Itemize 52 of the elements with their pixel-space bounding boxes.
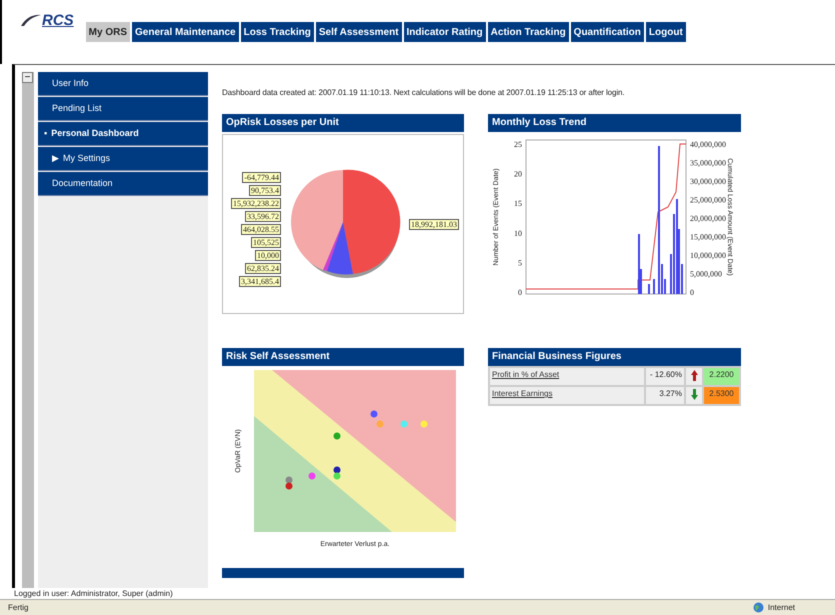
value-label: 33,596.72 — [245, 210, 281, 222]
nav-tab[interactable]: Quantification — [570, 22, 644, 42]
sidebar-item[interactable]: User Info — [38, 72, 208, 96]
table-cell: - 12.60% — [645, 367, 685, 386]
tick-label: 40,000,000 — [690, 140, 726, 149]
value-label: 62,835.24 — [245, 262, 281, 274]
value-label: 90,753.4 — [249, 184, 281, 196]
sidebar-item[interactable]: ▶ My Settings — [38, 147, 208, 171]
tick-label: 15,000,000 — [690, 232, 726, 242]
logo-text: RCS — [42, 12, 74, 29]
panel-header: OpRisk Losses per Unit — [222, 114, 464, 132]
collapse-button[interactable]: − — [22, 72, 33, 83]
nav-tab[interactable]: Logout — [646, 22, 686, 42]
panel-header: Risk Self Assessment — [222, 348, 464, 366]
tick-label: 0 — [518, 288, 522, 297]
sidebar-item[interactable]: ▪ Personal Dashboard — [38, 122, 208, 146]
tick-label: 5,000,000 — [690, 270, 722, 278]
tick-label: 25,000,000 — [690, 196, 726, 204]
value-label: -64,779.44 — [242, 172, 281, 182]
nav-tab[interactable]: Self Assessment — [316, 22, 402, 42]
nav-tab[interactable]: Action Tracking — [488, 22, 569, 42]
tick-label: 25 — [514, 140, 522, 149]
value-label: 464,028.55 — [241, 224, 281, 234]
tick-label: 30,000,000 — [690, 177, 726, 186]
panel-header: Monthly Loss Trend — [488, 114, 741, 132]
tick-label: 35,000,000 — [690, 158, 726, 168]
tick-label: 20,000,000 — [690, 214, 726, 223]
status-text: Fertig — [8, 603, 28, 612]
nav-tab[interactable]: Loss Tracking — [240, 22, 314, 42]
score-cell: 2.2200 — [703, 367, 740, 386]
nav-tab[interactable]: Indicator Rating — [404, 22, 486, 42]
value-label: 10,000 — [255, 250, 281, 260]
value-label: 18,992,181.03 — [409, 219, 459, 230]
score-cell: 2.5300 — [703, 386, 740, 405]
value-label: 105,525 — [251, 236, 281, 248]
figure-link[interactable]: Interest Earnings — [492, 389, 552, 398]
sidebar-item[interactable]: Documentation — [38, 172, 208, 196]
info-text: Dashboard data created at: 2007.01.19 11:10:13. Next calculations will be done at 2007.01.19 11:25:13 or after login. — [222, 88, 626, 97]
table-cell: 3.27% — [645, 386, 685, 405]
tick-label: 10 — [514, 228, 522, 238]
panel-header: Financial Business Figures — [488, 348, 741, 366]
tick-label: 15 — [514, 199, 522, 208]
tick-label: 10,000,000 — [690, 251, 726, 260]
tick-label: 20 — [514, 170, 522, 179]
tick-label: 5 — [518, 258, 522, 268]
sidebar-item[interactable]: Pending List — [38, 97, 208, 121]
value-label: 15,932,238.22 — [231, 198, 281, 208]
tick-label: 0 — [690, 288, 694, 297]
zone-text: Internet — [768, 603, 795, 612]
nav-tab[interactable]: My ORS — [86, 22, 130, 42]
nav-tab[interactable]: General Maintenance — [132, 22, 239, 42]
value-label: 3,341,685.4 — [239, 276, 281, 286]
